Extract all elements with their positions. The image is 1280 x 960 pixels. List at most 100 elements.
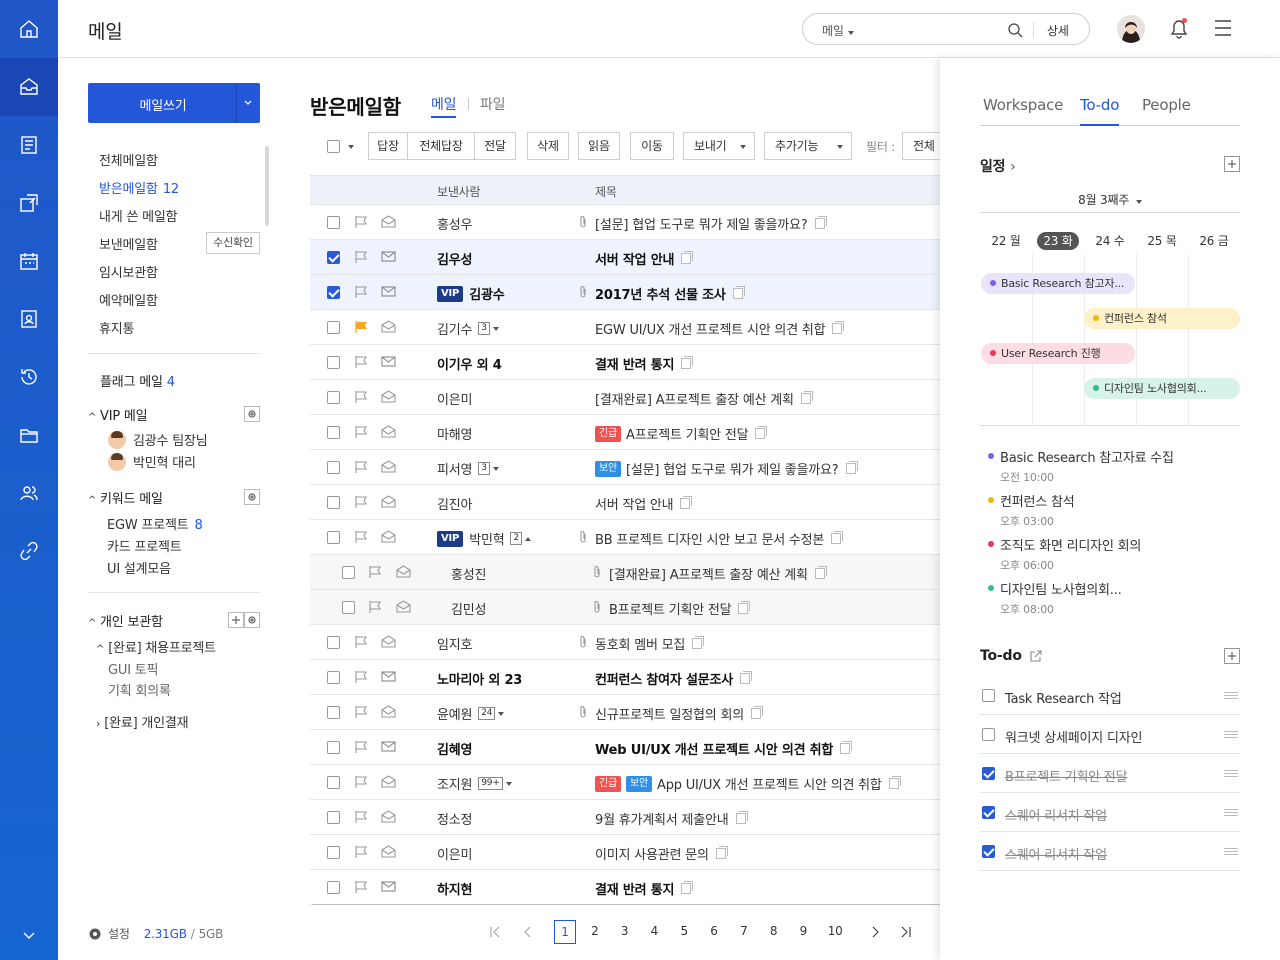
page-number[interactable]: 9 xyxy=(792,924,814,938)
add-schedule-plus-icon[interactable] xyxy=(1224,156,1240,172)
flag-icon[interactable] xyxy=(354,250,369,264)
page-number[interactable]: 8 xyxy=(763,924,785,938)
row-checkbox[interactable] xyxy=(327,531,340,544)
column-sender[interactable]: 보낸사람 xyxy=(437,183,481,200)
folder-drafts[interactable]: 임시보관함 xyxy=(99,262,158,281)
row-checkbox[interactable] xyxy=(342,601,355,614)
page-number[interactable]: 10 xyxy=(822,924,848,938)
day-label[interactable]: 25 목 xyxy=(1136,232,1188,249)
row-checkbox[interactable] xyxy=(327,391,340,404)
flag-icon[interactable] xyxy=(354,705,369,719)
preview-icon[interactable] xyxy=(681,356,694,369)
table-row[interactable]: 김민성 B프로젝트 기획안 전달 xyxy=(310,590,940,625)
calendar-event[interactable]: Basic Research 참고자... xyxy=(981,273,1135,294)
preview-icon[interactable] xyxy=(831,531,844,544)
chevron-up-icon[interactable] xyxy=(525,536,532,541)
notification-bell-icon[interactable] xyxy=(1168,16,1190,40)
mail-subject[interactable]: 2017년 추석 선물 조사 xyxy=(595,284,726,303)
preview-icon[interactable] xyxy=(840,741,853,754)
chevron-down-icon[interactable] xyxy=(492,326,499,331)
preview-icon[interactable] xyxy=(715,846,728,859)
chevron-down-icon[interactable] xyxy=(0,910,58,960)
table-row[interactable]: VIP 김광수 2017년 추석 선물 조사 xyxy=(310,275,940,310)
delete-button[interactable]: 삭제 xyxy=(527,132,569,160)
day-label[interactable]: 23 화 xyxy=(1032,232,1084,250)
chevron-down-icon[interactable] xyxy=(492,466,499,471)
preview-icon[interactable] xyxy=(740,671,753,684)
calendar-event[interactable]: 디자인팀 노사협의회... xyxy=(1084,378,1240,399)
chevron-down-icon[interactable] xyxy=(505,781,512,786)
vip-settings-gear-icon[interactable] xyxy=(244,406,260,422)
row-checkbox[interactable] xyxy=(327,741,340,754)
mail-subject[interactable]: 서버 작업 안내 xyxy=(595,249,674,268)
drag-handle-icon[interactable] xyxy=(1224,848,1238,855)
preview-icon[interactable] xyxy=(680,496,693,509)
flag-icon[interactable] xyxy=(354,495,369,509)
flag-icon[interactable] xyxy=(354,810,369,824)
mail-subject[interactable]: [결재완료] A프로젝트 출장 예산 계획 xyxy=(595,389,794,408)
folder-all[interactable]: 전체메일함 xyxy=(99,150,158,169)
row-checkbox[interactable] xyxy=(327,776,340,789)
folder-scheduled[interactable]: 예약메일함 xyxy=(99,290,158,309)
calendar-event[interactable]: User Research 진행 xyxy=(981,343,1135,364)
add-folder-plus-icon[interactable] xyxy=(228,612,244,628)
personal-folder[interactable]: ^ [완료] 채용프로젝트 xyxy=(96,637,216,656)
row-checkbox[interactable] xyxy=(327,356,340,369)
sidebar-scrollbar[interactable] xyxy=(265,146,269,226)
mail-subject[interactable]: Web UI/UX 개선 프로젝트 시안 의견 취합 xyxy=(595,739,833,758)
vip-mail-section[interactable]: ^ VIP 메일 xyxy=(88,405,148,424)
advanced-search-button[interactable]: 상세 xyxy=(1047,22,1069,39)
flag-icon[interactable] xyxy=(354,880,369,894)
board-icon[interactable] xyxy=(0,116,58,174)
gear-icon[interactable] xyxy=(88,927,102,941)
table-row[interactable]: 이은미 [결재완료] A프로젝트 출장 예산 계획 xyxy=(310,380,940,415)
hamburger-menu-icon[interactable] xyxy=(1214,19,1232,37)
drag-handle-icon[interactable] xyxy=(1224,770,1238,777)
preview-icon[interactable] xyxy=(814,216,827,229)
preview-icon[interactable] xyxy=(832,321,845,334)
calendar-event[interactable]: 컨퍼런스 참석 xyxy=(1084,308,1240,329)
personal-subfolder[interactable]: GUI 토픽 xyxy=(108,659,158,678)
flag-icon[interactable] xyxy=(354,355,369,369)
keyword-mail-section[interactable]: ^ 키워드 메일 xyxy=(88,488,163,507)
todo-checkbox[interactable] xyxy=(982,845,995,858)
mail-subject[interactable]: 신규프로젝트 일정협의 회의 xyxy=(595,704,744,723)
personal-box-section[interactable]: ^ 개인 보관함 xyxy=(88,611,163,630)
flag-icon[interactable] xyxy=(354,635,369,649)
table-row[interactable]: 이은미 이미지 사용관련 문의 xyxy=(310,835,940,870)
receipt-check-button[interactable]: 수신확인 xyxy=(206,232,260,254)
mail-icon[interactable] xyxy=(0,58,58,116)
mail-subject[interactable]: BB 프로젝트 디자인 시안 보고 문서 수정본 xyxy=(595,529,824,548)
row-checkbox[interactable] xyxy=(327,496,340,509)
row-checkbox[interactable] xyxy=(327,216,340,229)
row-checkbox[interactable] xyxy=(327,461,340,474)
send-dropdown[interactable]: 보내기 xyxy=(683,132,755,160)
preview-icon[interactable] xyxy=(692,636,705,649)
mail-subject[interactable]: EGW UI/UX 개선 프로젝트 시안 의견 취합 xyxy=(595,319,826,338)
table-row[interactable]: 마해영 긴급 A프로젝트 기획안 전달 xyxy=(310,415,940,450)
keyword-item[interactable]: UI 설계모음 xyxy=(107,558,171,577)
row-checkbox[interactable] xyxy=(327,286,340,299)
mail-subject[interactable]: App UI/UX 개선 프로젝트 시안 의견 취합 xyxy=(657,774,882,793)
flag-icon[interactable] xyxy=(354,215,369,229)
preview-icon[interactable] xyxy=(738,601,751,614)
keyword-settings-gear-icon[interactable] xyxy=(244,489,260,505)
table-row[interactable]: 노마리아 외 23 컨퍼런스 참여자 설문조사 xyxy=(310,660,940,695)
vip-person[interactable]: 김광수 팀장님 xyxy=(108,430,208,449)
mail-subject[interactable]: B프로젝트 기획안 전달 xyxy=(609,599,732,618)
select-all-checkbox[interactable] xyxy=(327,140,340,153)
table-row[interactable]: 윤예원 24 신규프로젝트 일정협의 회의 xyxy=(310,695,940,730)
reply-button[interactable]: 답장 xyxy=(368,132,408,160)
row-checkbox[interactable] xyxy=(327,671,340,684)
forward-button[interactable]: 전달 xyxy=(474,132,516,160)
search-scope-select[interactable]: 메일 xyxy=(822,22,855,39)
table-row[interactable]: 정소정 9월 휴가계획서 제출안내 xyxy=(310,800,940,835)
mail-subject[interactable]: 결재 반려 통지 xyxy=(595,354,674,373)
drag-handle-icon[interactable] xyxy=(1224,731,1238,738)
folder-to-me[interactable]: 내게 쓴 메일함 xyxy=(99,206,178,225)
table-row[interactable]: 홍성우 [설문] 협업 도구로 뭐가 제일 좋을까요? xyxy=(310,205,940,240)
flag-mail-link[interactable]: 플래그 메일 4 xyxy=(100,371,175,390)
row-checkbox[interactable] xyxy=(327,881,340,894)
tab-file[interactable]: 파일 xyxy=(480,94,506,114)
mail-subject[interactable]: [결재완료] A프로젝트 출장 예산 계획 xyxy=(609,564,808,583)
